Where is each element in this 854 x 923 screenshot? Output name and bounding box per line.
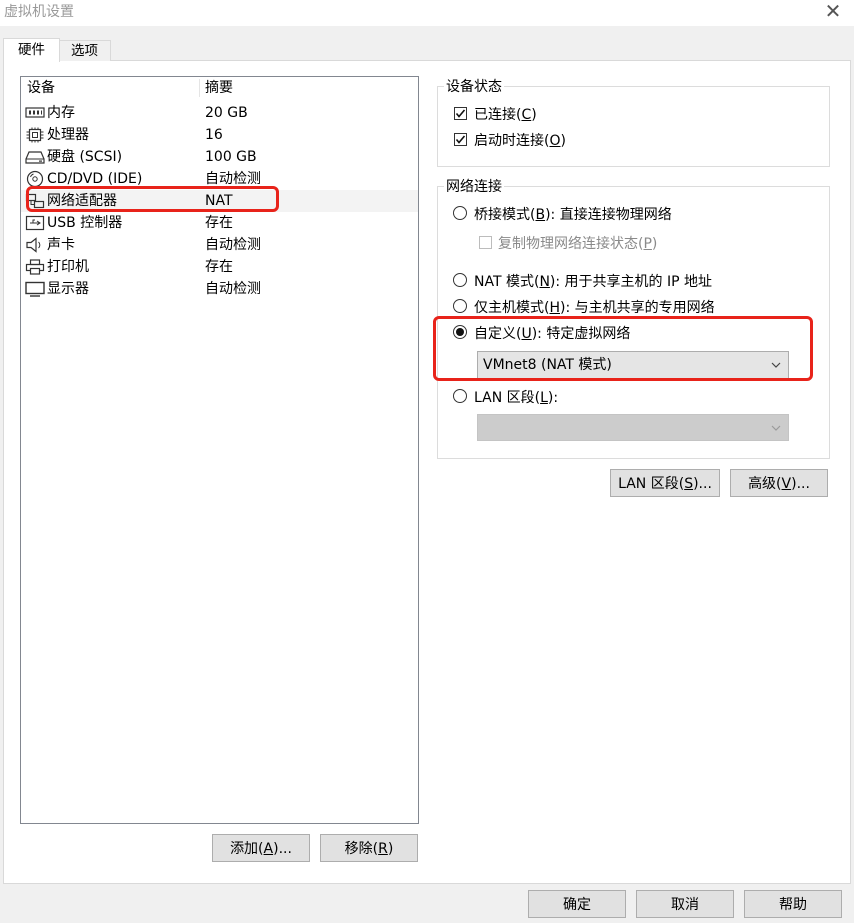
tab-hardware[interactable]: 硬件	[3, 38, 60, 62]
cd-dvd-icon	[25, 170, 45, 188]
device-list[interactable]: 设备 摘要 内存 20 GB 处理器 16 硬盘 (SCSI) 100 GB C…	[20, 76, 419, 824]
device-name: CD/DVD (IDE)	[47, 171, 143, 187]
monitor-icon	[25, 281, 45, 297]
host-only-label[interactable]: 仅主机模式(H): 与主机共享的专用网络	[474, 297, 715, 317]
column-divider[interactable]	[199, 79, 200, 97]
device-row-cd-dvd[interactable]: CD/DVD (IDE) 自动检测	[21, 168, 418, 190]
device-row-printer[interactable]: 打印机 存在	[21, 256, 418, 278]
hard-disk-icon	[25, 149, 45, 165]
advanced-button[interactable]: 高级(V)...	[730, 469, 828, 497]
device-row-usb-controller[interactable]: USB 控制器 存在	[21, 212, 418, 234]
custom-radio[interactable]	[453, 325, 467, 339]
cancel-button[interactable]: 取消	[636, 890, 734, 918]
device-name: 打印机	[47, 259, 89, 275]
connected-checkbox[interactable]	[454, 107, 467, 120]
processor-icon	[25, 127, 45, 143]
title-bar	[0, 0, 854, 26]
device-summary: 存在	[205, 259, 233, 275]
lan-segments-button[interactable]: LAN 区段(S)...	[610, 469, 720, 497]
device-name: 处理器	[47, 127, 89, 143]
device-row-processor[interactable]: 处理器 16	[21, 124, 418, 146]
device-name: 声卡	[47, 237, 75, 253]
custom-label[interactable]: 自定义(U): 特定虚拟网络	[474, 323, 630, 343]
network-adapter-icon	[25, 193, 45, 209]
radio-selected-dot	[456, 328, 464, 336]
printer-icon	[25, 259, 45, 275]
device-status-group	[437, 86, 830, 167]
bridged-label[interactable]: 桥接模式(B): 直接连接物理网络	[474, 204, 672, 224]
device-summary: 100 GB	[205, 149, 257, 165]
network-connection-legend: 网络连接	[444, 176, 504, 196]
device-row-sound-card[interactable]: 声卡 自动检测	[21, 234, 418, 256]
column-header-summary[interactable]: 摘要	[205, 77, 233, 99]
device-row-network-adapter[interactable]: 网络适配器 NAT	[21, 190, 418, 212]
lan-segment-select[interactable]	[477, 414, 789, 441]
host-only-radio[interactable]	[453, 299, 467, 313]
device-name: 网络适配器	[47, 193, 117, 209]
remove-device-button[interactable]: 移除(R)	[320, 834, 418, 862]
device-summary: 自动检测	[205, 171, 261, 187]
device-summary: 存在	[205, 215, 233, 231]
device-summary: 自动检测	[205, 237, 261, 253]
device-name: 硬盘 (SCSI)	[47, 149, 123, 165]
connected-label[interactable]: 已连接(C)	[474, 104, 537, 124]
device-name: 显示器	[47, 281, 89, 297]
checkmark-icon	[455, 135, 466, 144]
bridged-radio[interactable]	[453, 206, 467, 220]
device-row-display[interactable]: 显示器 自动检测	[21, 278, 418, 300]
help-button[interactable]: 帮助	[744, 890, 842, 918]
device-status-legend: 设备状态	[444, 76, 504, 96]
speaker-icon	[25, 237, 45, 253]
nat-radio[interactable]	[453, 273, 467, 287]
connect-on-power-on-label[interactable]: 启动时连接(O)	[474, 130, 566, 150]
lan-segment-radio[interactable]	[453, 389, 467, 403]
replicate-state-label[interactable]: 复制物理网络连接状态(P)	[498, 233, 657, 253]
device-row-memory[interactable]: 内存 20 GB	[21, 102, 418, 124]
custom-network-value: VMnet8 (NAT 模式)	[483, 357, 612, 373]
replicate-state-checkbox[interactable]	[479, 236, 492, 249]
column-header-device[interactable]: 设备	[27, 77, 55, 99]
nat-label[interactable]: NAT 模式(N): 用于共享主机的 IP 地址	[474, 271, 712, 291]
ok-button[interactable]: 确定	[528, 890, 626, 918]
chevron-down-icon	[771, 362, 781, 368]
lan-segment-label[interactable]: LAN 区段(L):	[474, 387, 558, 407]
device-summary: 16	[205, 127, 223, 143]
checkmark-icon	[455, 109, 466, 118]
device-row-hard-disk[interactable]: 硬盘 (SCSI) 100 GB	[21, 146, 418, 168]
close-button[interactable]: ✕	[818, 0, 848, 24]
device-summary: NAT	[205, 193, 233, 209]
memory-icon	[25, 105, 45, 121]
device-summary: 20 GB	[205, 105, 248, 121]
device-name: USB 控制器	[47, 215, 123, 231]
usb-icon	[25, 215, 45, 231]
window-title: 虚拟机设置	[4, 4, 74, 20]
device-name: 内存	[47, 105, 75, 121]
custom-network-select[interactable]: VMnet8 (NAT 模式)	[477, 351, 789, 379]
chevron-down-icon	[771, 425, 781, 431]
device-summary: 自动检测	[205, 281, 261, 297]
tab-options[interactable]: 选项	[58, 40, 111, 61]
connect-on-power-on-checkbox[interactable]	[454, 133, 467, 146]
add-device-button[interactable]: 添加(A)...	[212, 834, 310, 862]
